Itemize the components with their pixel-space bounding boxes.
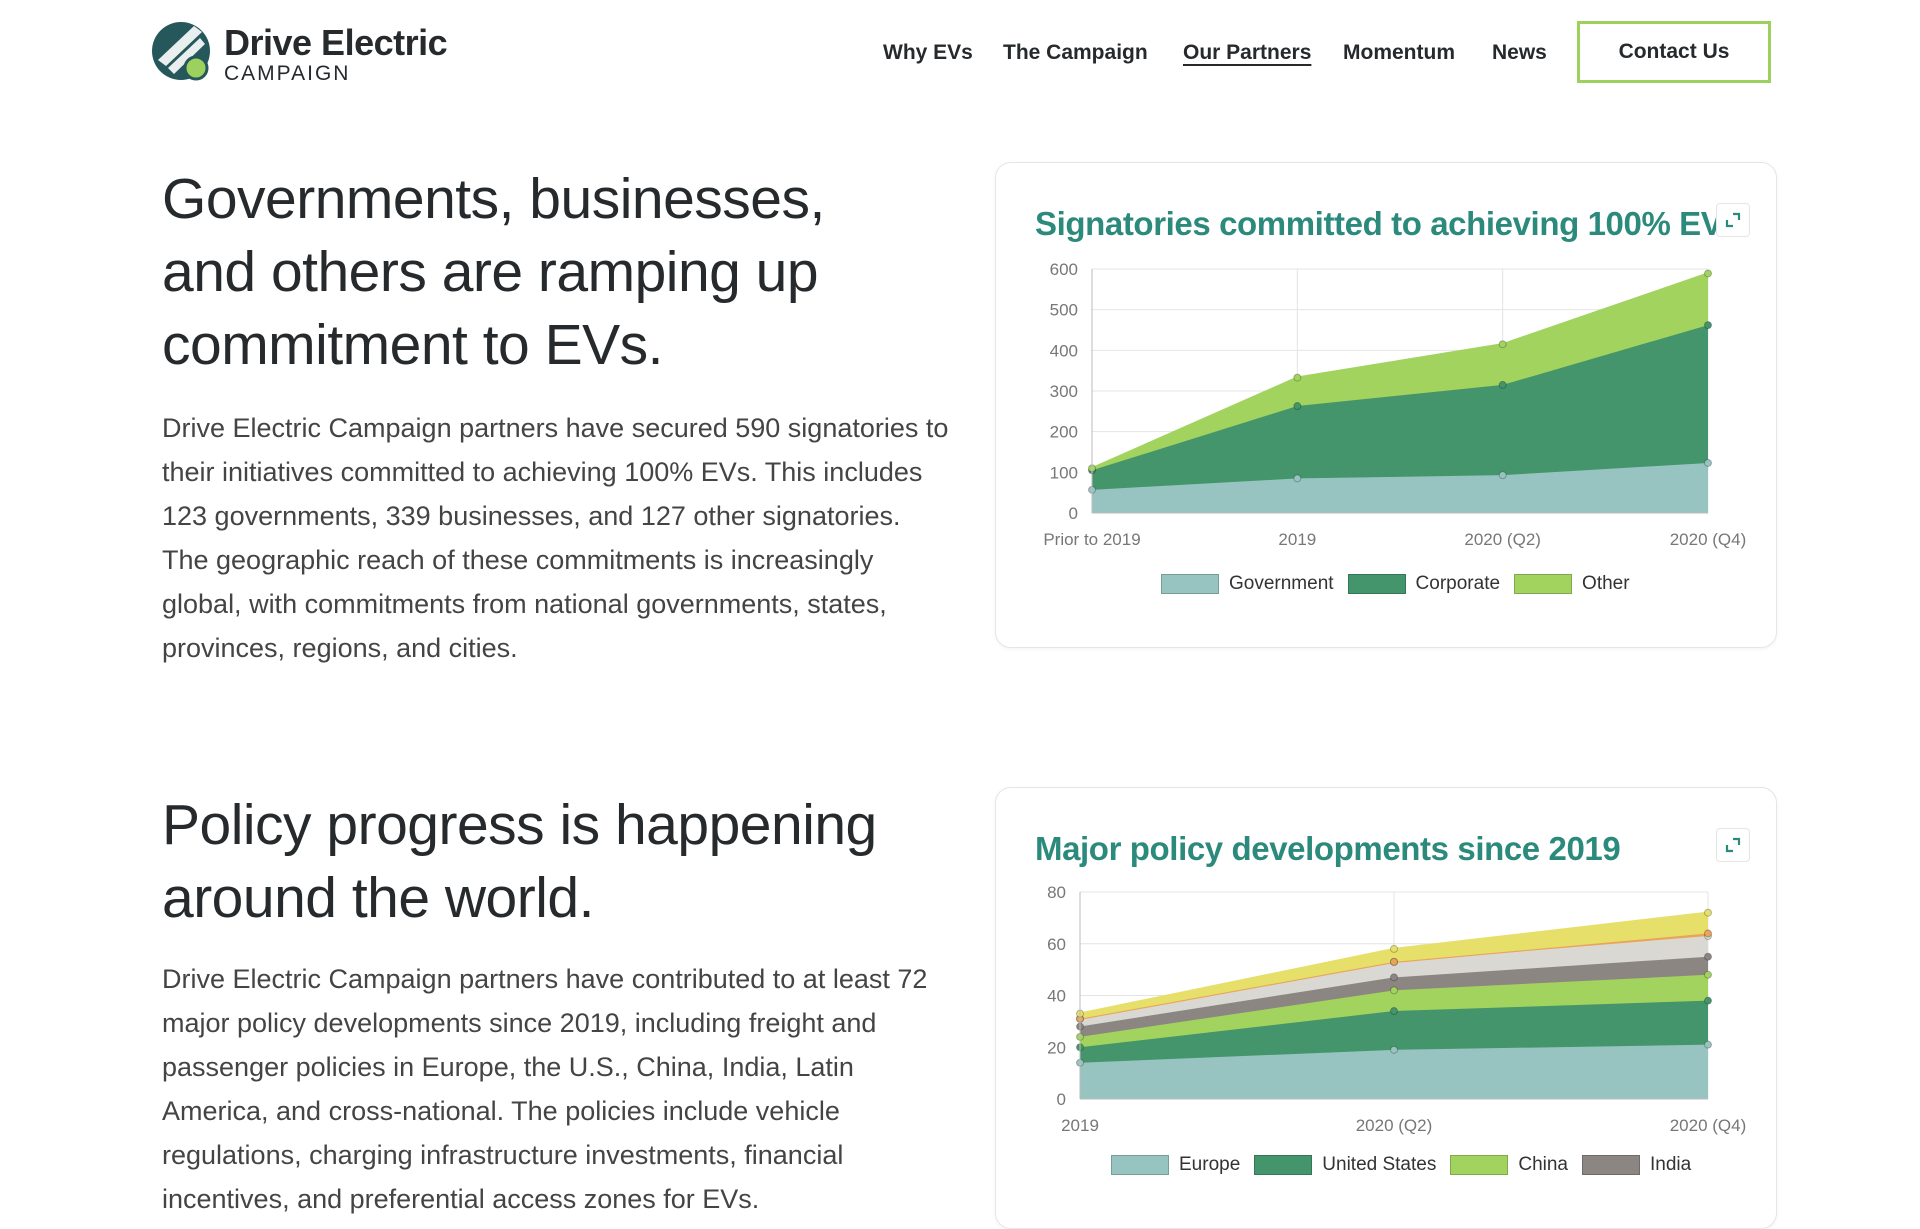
data-point[interactable]	[1390, 986, 1398, 995]
x-tick-label: 2020 (Q4)	[1670, 530, 1747, 549]
legend-label: Government	[1229, 573, 1334, 594]
y-tick-label: 400	[1050, 341, 1078, 360]
section1-body: Drive Electric Campaign partners have se…	[162, 413, 949, 663]
nav-why-evs[interactable]: Why EVs	[883, 41, 973, 65]
nav-news[interactable]: News	[1492, 41, 1547, 65]
expand-icon	[1725, 212, 1741, 228]
y-tick-label: 0	[1057, 1090, 1066, 1109]
legend-swatch	[1254, 1155, 1313, 1175]
x-tick-label: 2019	[1061, 1116, 1099, 1135]
chart-legend-signatories: Government Corporate Other	[1161, 573, 1644, 595]
expand-chart-button[interactable]	[1716, 203, 1750, 237]
logo-mark-icon	[152, 22, 210, 81]
nav-our-partners[interactable]: Our Partners	[1183, 41, 1311, 65]
logo-title: Drive Electric	[224, 22, 448, 63]
section2-body: Drive Electric Campaign partners have co…	[162, 964, 928, 1214]
chart-legend-policy: Europe United States China India	[1111, 1154, 1705, 1176]
data-point[interactable]	[1390, 957, 1398, 966]
legend-item[interactable]: Government	[1161, 573, 1334, 595]
contact-us-button[interactable]: Contact Us	[1577, 21, 1771, 83]
legend-item[interactable]: Europe	[1111, 1154, 1240, 1176]
data-point[interactable]	[1390, 973, 1398, 982]
chart-title-policy: Major policy developments since 2019	[1035, 830, 1621, 867]
y-tick-label: 40	[1047, 987, 1066, 1006]
data-point[interactable]	[1293, 373, 1302, 382]
legend-label: Europe	[1179, 1154, 1241, 1175]
data-point[interactable]	[1498, 471, 1507, 480]
data-point[interactable]	[1704, 1040, 1712, 1049]
data-point[interactable]	[1293, 474, 1302, 483]
legend-swatch	[1514, 574, 1573, 594]
legend-swatch	[1450, 1155, 1509, 1175]
legend-label: China	[1518, 1154, 1569, 1175]
legend-label: United States	[1322, 1154, 1437, 1175]
nav-momentum[interactable]: Momentum	[1343, 41, 1455, 65]
data-point[interactable]	[1498, 380, 1507, 389]
legend-item[interactable]: India	[1582, 1154, 1691, 1176]
x-tick-label: 2019	[1278, 530, 1316, 549]
chart-policy: 0 20 40 60 80 2019 2020 (Q2) 2020 (Q4)	[1047, 883, 1747, 1135]
chart-signatories: 0 100 200 300 400 500 600 Prior to 2019 2019 2020…	[1043, 260, 1747, 549]
y-tick-label: 0	[1069, 504, 1078, 523]
legend-swatch	[1161, 574, 1219, 594]
data-point[interactable]	[1704, 458, 1712, 467]
chart-title-signatories: Signatories committed to achieving 100% …	[1035, 205, 1741, 242]
data-point[interactable]	[1704, 929, 1712, 938]
data-point[interactable]	[1704, 269, 1712, 278]
legend-label: India	[1650, 1154, 1692, 1175]
section1-heading: Governments, businesses, and others are …	[162, 167, 825, 377]
y-tick-label: 500	[1050, 301, 1078, 320]
legend-swatch	[1582, 1155, 1641, 1175]
data-point[interactable]	[1704, 952, 1712, 961]
logo[interactable]: Drive Electric CAMPAIGN	[150, 20, 480, 88]
legend-swatch	[1347, 574, 1406, 594]
data-point[interactable]	[1704, 321, 1712, 330]
data-point[interactable]	[1498, 340, 1507, 349]
y-tick-label: 200	[1050, 423, 1078, 442]
y-tick-label: 60	[1047, 935, 1066, 954]
expand-icon	[1725, 837, 1741, 853]
expand-chart-button[interactable]	[1716, 828, 1750, 862]
data-point[interactable]	[1704, 908, 1712, 917]
y-tick-label: 100	[1050, 463, 1078, 482]
legend-item[interactable]: Other	[1514, 573, 1630, 595]
data-point[interactable]	[1704, 970, 1712, 979]
data-point[interactable]	[1390, 1007, 1398, 1016]
chart-card-signatories: Signatories committed to achieving 100% …	[995, 162, 1777, 648]
section2-heading: Policy progress is happening around the …	[162, 793, 877, 930]
x-tick-label: 2020 (Q4)	[1670, 1116, 1747, 1135]
data-point[interactable]	[1704, 996, 1712, 1005]
data-point[interactable]	[1293, 402, 1302, 411]
legend-item[interactable]: Corporate	[1347, 573, 1501, 595]
x-tick-label: 2020 (Q2)	[1356, 1116, 1433, 1135]
chart-card-policy: Major policy developments since 2019 0 20…	[995, 787, 1777, 1229]
y-tick-label: 20	[1047, 1038, 1066, 1057]
y-tick-label: 300	[1050, 382, 1078, 401]
legend-label: Corporate	[1415, 573, 1501, 594]
legend-swatch	[1111, 1155, 1169, 1175]
data-point[interactable]	[1390, 1045, 1398, 1054]
y-tick-label: 80	[1047, 883, 1066, 902]
y-tick-label: 600	[1050, 260, 1078, 279]
x-tick-label: Prior to 2019	[1043, 530, 1140, 549]
legend-item[interactable]: China	[1450, 1154, 1568, 1176]
nav-the-campaign[interactable]: The Campaign	[1003, 41, 1148, 65]
x-tick-label: 2020 (Q2)	[1464, 530, 1541, 549]
legend-item[interactable]: United States	[1254, 1154, 1436, 1176]
logo-subtitle: CAMPAIGN	[224, 62, 351, 85]
legend-label: Other	[1582, 573, 1630, 594]
data-point[interactable]	[1390, 944, 1398, 953]
